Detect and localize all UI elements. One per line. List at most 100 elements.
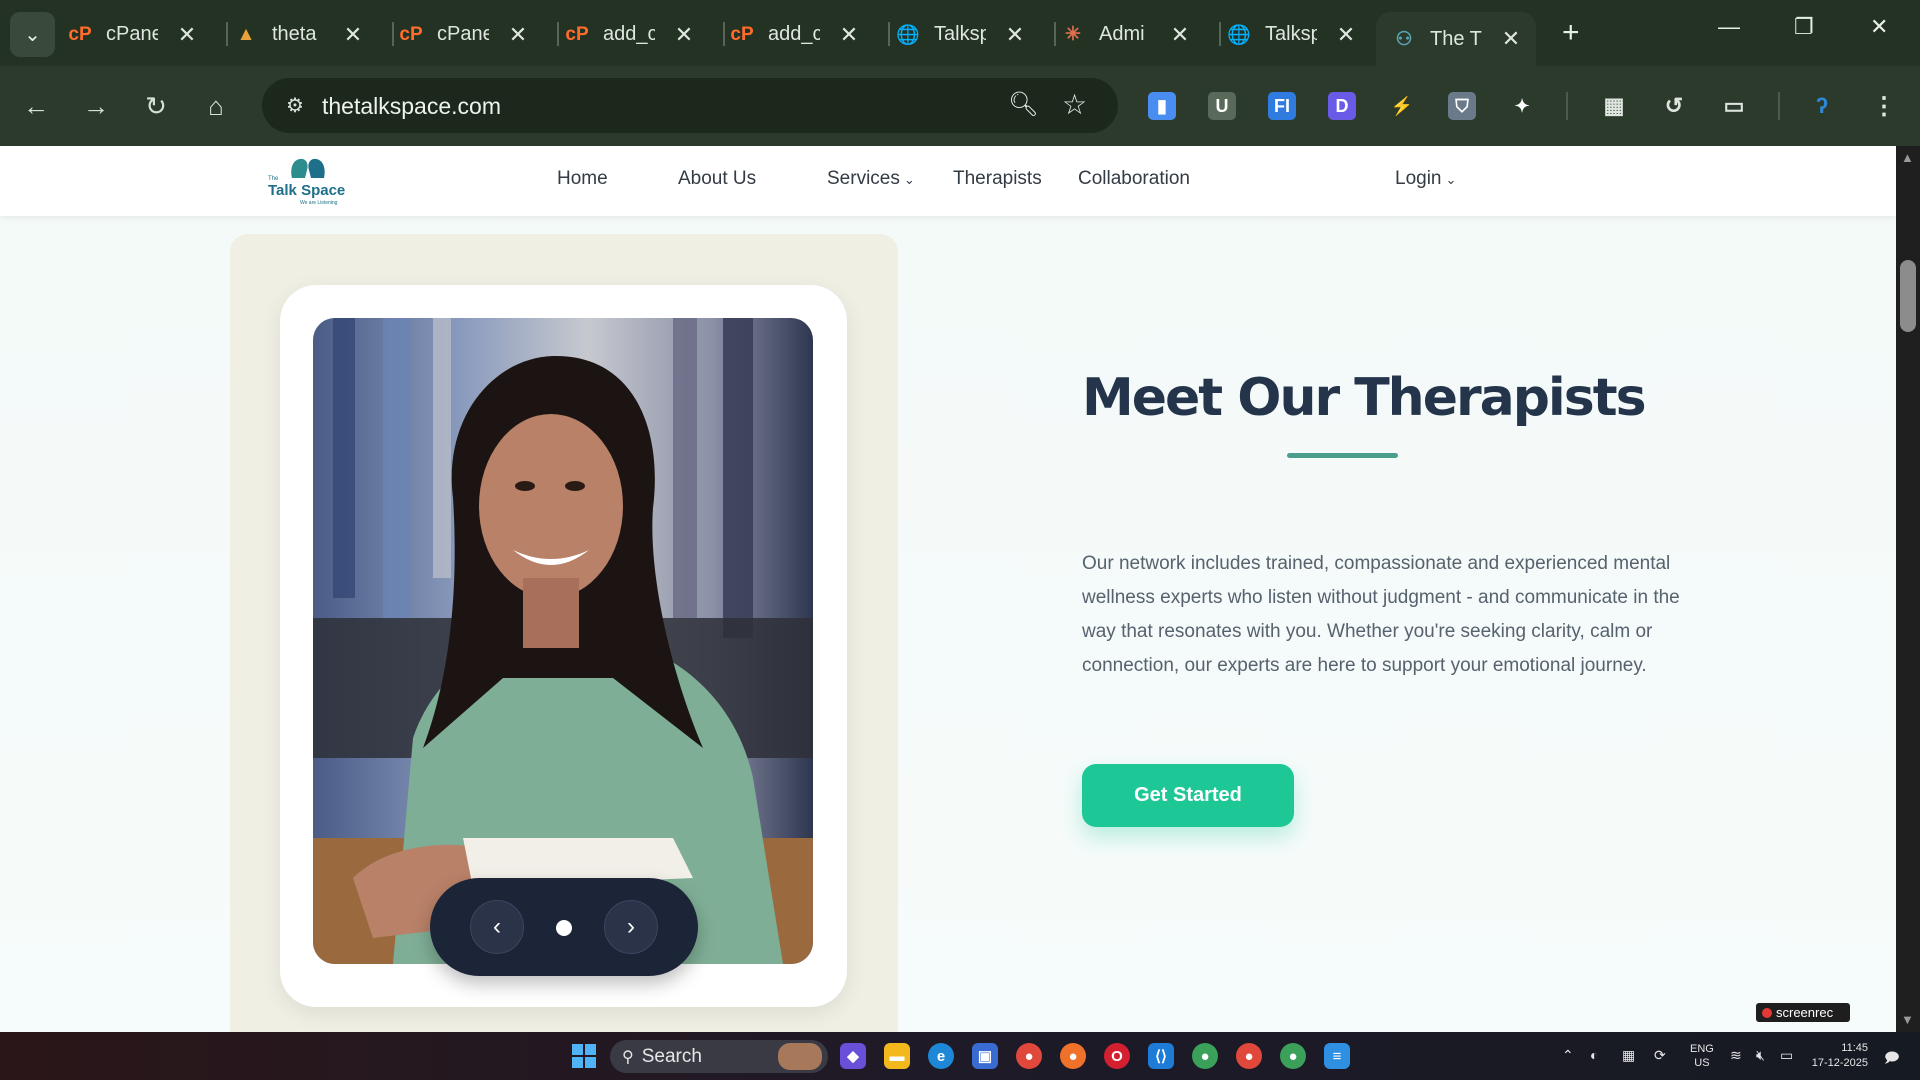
history-icon[interactable]: ↺ [1660, 92, 1688, 120]
clock-date: 17-12-2025 [1811, 1057, 1868, 1069]
lightning-extension-icon[interactable]: ⚡ [1388, 92, 1416, 120]
section-title: Meet Our Therapists [1082, 368, 1647, 428]
carousel-prev-button[interactable]: ‹ [470, 900, 524, 954]
file-explorer-icon[interactable]: ▬ [884, 1043, 910, 1069]
forward-button[interactable]: → [78, 88, 114, 124]
device-icon[interactable]: ▭ [1720, 92, 1748, 120]
site-logo[interactable]: The Talk Space We are Listening [266, 156, 348, 208]
browser-tab[interactable]: cP cPanel ✕ [66, 12, 198, 57]
nav-about-us[interactable]: About Us [678, 168, 756, 190]
tab-title: add_c [603, 23, 655, 45]
taskbar-search-placeholder: Search [641, 1045, 702, 1067]
wifi-icon[interactable]: ≋ [1730, 1047, 1742, 1064]
tray-app-icon[interactable]: ◐ [1590, 1047, 1598, 1063]
url-text[interactable]: thetalkspace.com [322, 93, 501, 120]
nav-therapists[interactable]: Therapists [953, 168, 1042, 190]
reload-button[interactable]: ↻ [138, 88, 174, 124]
tray-app-2-icon[interactable]: ▦ [1622, 1047, 1635, 1064]
more-menu-icon[interactable]: ⋮ [1870, 92, 1898, 120]
volume-muted-icon[interactable]: 🔇︎ [1756, 1047, 1765, 1064]
screenrec-badge[interactable]: screenrec [1756, 1003, 1850, 1022]
tab-separator [392, 22, 394, 46]
browser-tab[interactable]: ✳ Admi ✕ [1059, 12, 1191, 57]
close-tab-icon[interactable]: ✕ [507, 22, 529, 48]
close-tab-icon[interactable]: ✕ [176, 22, 198, 48]
notification-icon[interactable]: 🗩 [1884, 1047, 1900, 1071]
site-info-icon[interactable]: ⚙ [280, 90, 310, 120]
bookmark-star-icon[interactable]: ☆ [1062, 88, 1087, 121]
chrome-icon[interactable]: ● [1016, 1043, 1042, 1069]
tab-search-button[interactable]: ⌄ [10, 12, 55, 57]
chevron-right-icon: › [627, 913, 635, 940]
nav-services[interactable]: Services ⌄ [827, 168, 915, 190]
scroll-up-arrow-icon[interactable]: ▲ [1901, 150, 1914, 165]
nav-home[interactable]: Home [557, 168, 608, 190]
mountain-logo-icon: ▲ [236, 23, 256, 45]
cpanel-icon: cP [730, 23, 754, 45]
qr-code-icon[interactable]: ▦ [1600, 92, 1628, 120]
chrome-active-icon[interactable]: ● [1236, 1043, 1262, 1069]
close-tab-icon[interactable]: ✕ [1169, 22, 1191, 48]
docs-extension-icon[interactable]: ▮ [1148, 92, 1176, 120]
u-extension-icon[interactable]: U [1208, 92, 1236, 120]
carousel-next-button[interactable]: › [604, 900, 658, 954]
close-tab-icon[interactable]: ✕ [1500, 26, 1522, 52]
close-tab-icon[interactable]: ✕ [1335, 22, 1357, 48]
close-window-button[interactable]: ✕ [1870, 14, 1888, 40]
tab-separator [1054, 22, 1056, 46]
battery-icon[interactable]: ▭ [1780, 1047, 1793, 1064]
browser-tab[interactable]: 🌐 Talksp ✕ [894, 12, 1026, 57]
browser-tab[interactable]: cP add_c ✕ [563, 12, 695, 57]
address-bar[interactable]: ⚙ thetalkspace.com 🔍︎ ☆ [262, 78, 1118, 133]
chrome-profile-2-icon[interactable]: ● [1280, 1043, 1306, 1069]
profile-avatar-icon[interactable]: ʔ [1808, 92, 1836, 120]
close-tab-icon[interactable]: ✕ [342, 22, 364, 48]
scroll-down-arrow-icon[interactable]: ▼ [1901, 1012, 1914, 1027]
shield-extension-icon[interactable]: ⛉ [1448, 92, 1476, 120]
home-button[interactable]: ⌂ [198, 88, 234, 124]
edge-icon[interactable]: e [928, 1043, 954, 1069]
tray-overflow-icon[interactable]: ⌃ [1562, 1047, 1574, 1064]
fi-extension-icon[interactable]: FI [1268, 92, 1296, 120]
store-icon[interactable]: ▣ [972, 1043, 998, 1069]
system-clock[interactable]: 11:45 17-12-2025 [1808, 1041, 1868, 1071]
zoom-icon[interactable]: 🔍︎ [1008, 90, 1038, 119]
taskbar-search[interactable]: ⚲ Search [610, 1040, 828, 1073]
chevron-down-icon: ⌄ [1445, 172, 1457, 187]
toolbar-divider [1566, 92, 1568, 120]
language-indicator[interactable]: ENG US [1690, 1042, 1714, 1070]
opera-icon[interactable]: O [1104, 1043, 1130, 1069]
tab-title: Talksp [1265, 23, 1317, 45]
back-button[interactable]: ← [18, 88, 54, 124]
carousel-dot-active[interactable] [556, 920, 572, 936]
new-tab-button[interactable]: + [1562, 16, 1580, 50]
close-tab-icon[interactable]: ✕ [1004, 22, 1026, 48]
windows-start-icon[interactable] [572, 1044, 596, 1068]
browser-tab[interactable]: ⚇ The T ✕ [1376, 12, 1536, 66]
browser-tab[interactable]: cP cPanel ✕ [397, 12, 529, 57]
browser-tab[interactable]: cP add_c ✕ [728, 12, 860, 57]
page-scrollbar[interactable]: ▲ ▼ [1896, 146, 1920, 1032]
tab-separator [723, 22, 725, 46]
nav-login[interactable]: Login ⌄ [1395, 168, 1456, 190]
close-tab-icon[interactable]: ✕ [838, 22, 860, 48]
puzzle-extensions-icon[interactable]: ✦ [1508, 92, 1536, 120]
nav-collaboration[interactable]: Collaboration [1078, 168, 1190, 190]
search-icon: ⚲ [622, 1048, 634, 1066]
d-extension-icon[interactable]: D [1328, 92, 1356, 120]
cpanel-icon: cP [565, 23, 589, 45]
sync-icon[interactable]: ⟳ [1654, 1047, 1666, 1064]
close-tab-icon[interactable]: ✕ [673, 22, 695, 48]
restore-button[interactable]: ❐ [1794, 14, 1814, 40]
browser-tab[interactable]: 🌐 Talksp ✕ [1225, 12, 1357, 57]
browser-tab[interactable]: ▲ theta ✕ [232, 12, 364, 57]
copilot-icon[interactable]: ◆ [840, 1043, 866, 1069]
get-started-button[interactable]: Get Started [1082, 764, 1294, 827]
vscode-icon[interactable]: ⟨⟩ [1148, 1043, 1174, 1069]
minimize-button[interactable]: — [1718, 14, 1740, 40]
firefox-icon[interactable]: ● [1060, 1043, 1086, 1069]
logo-brand: Talk Space [268, 182, 346, 199]
scrollbar-thumb[interactable] [1900, 260, 1916, 332]
chrome-profile-icon[interactable]: ● [1192, 1043, 1218, 1069]
notepad-icon[interactable]: ≡ [1324, 1043, 1350, 1069]
